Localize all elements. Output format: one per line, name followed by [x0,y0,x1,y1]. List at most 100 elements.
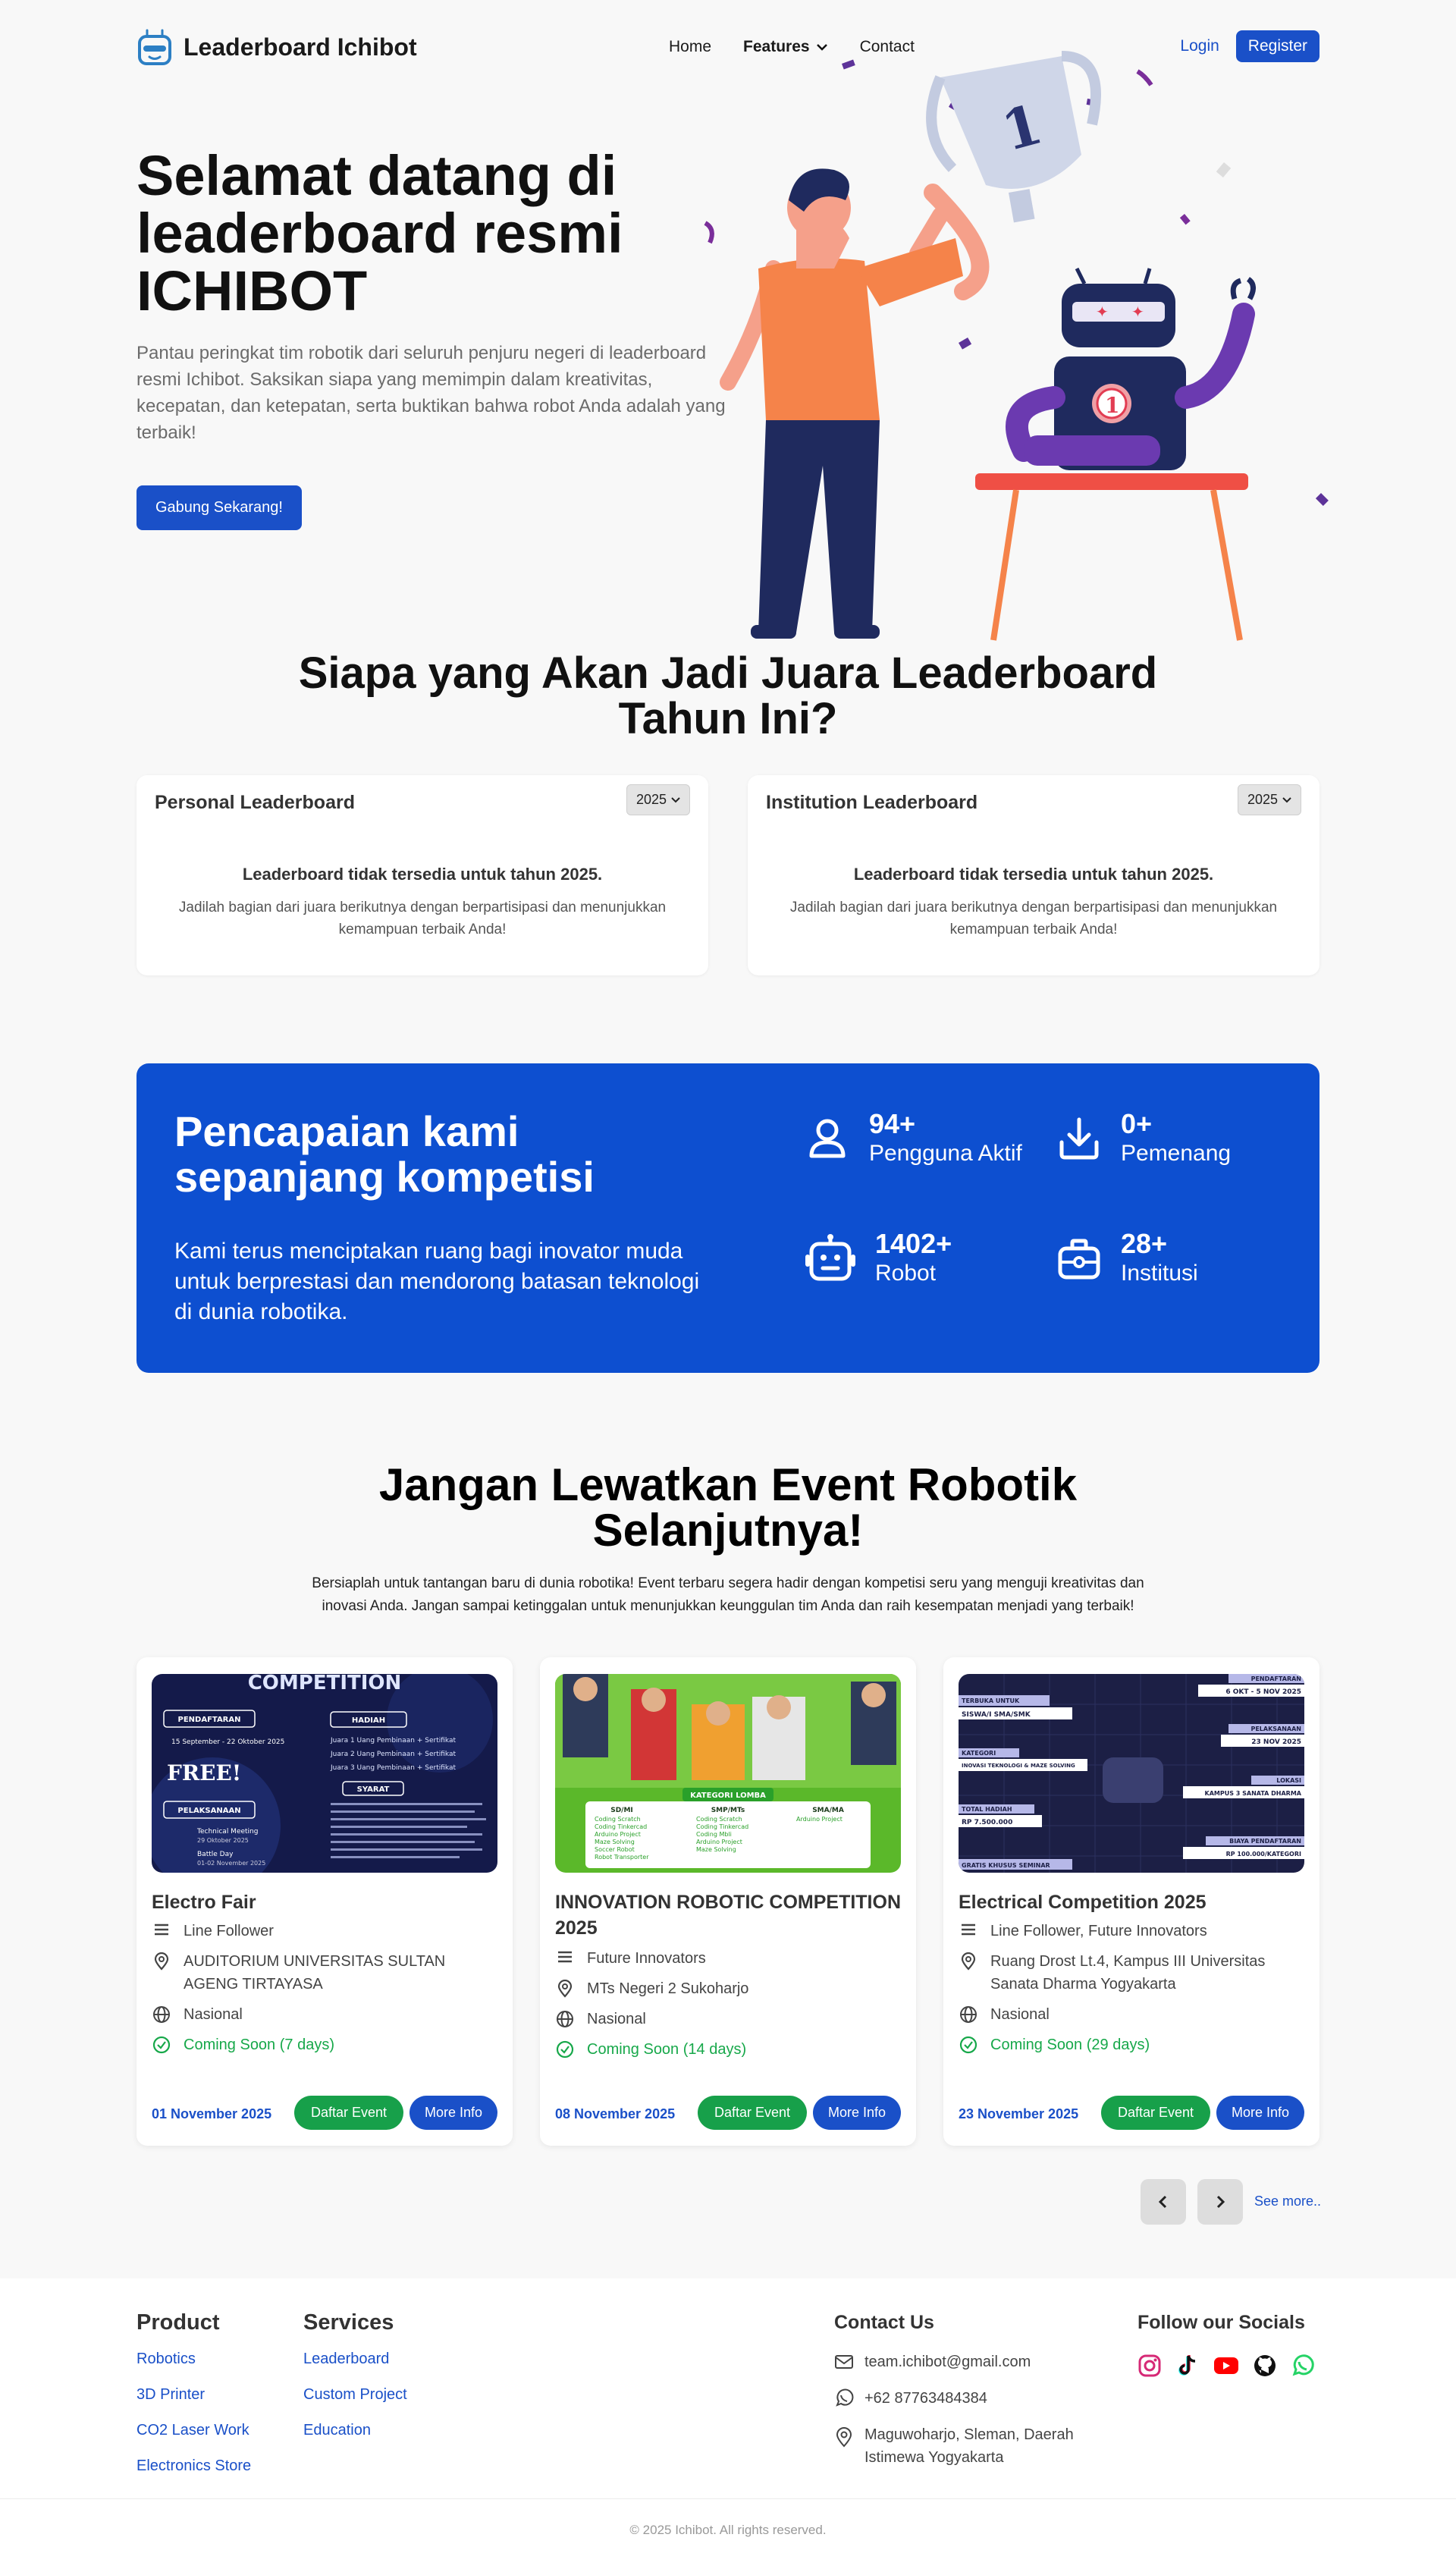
stat-label: Pemenang [1121,1141,1232,1166]
svg-text:INOVASI TEKNOLOGI & MAZE SOLVI: INOVASI TEKNOLOGI & MAZE SOLVING [962,1763,1075,1769]
prev-page-button[interactable] [1141,2179,1186,2225]
svg-text:✦: ✦ [1131,303,1144,321]
svg-text:Coding Tinkercad: Coding Tinkercad [595,1823,647,1830]
event-scope: Nasional [152,2003,497,2026]
event-poster[interactable]: KATEGORI LOMBA SD/MI SMP/MTs SMA/MA Codi… [555,1674,901,1873]
stat-robots: 1402+ Robot [804,1229,952,1288]
svg-text:KATEGORI: KATEGORI [962,1750,996,1757]
stat-value: 0+ [1121,1108,1153,1139]
brand-logo[interactable]: Leaderboard Ichibot [136,27,417,67]
footer-link-3d-printer[interactable]: 3D Printer [136,2386,251,2404]
event-category-text: Line Follower [184,1923,274,1939]
confetti-icon [959,338,972,350]
table-icon [975,473,1248,641]
stat-winners: 0+ Pemenang [1056,1109,1231,1168]
footer-link-robotics[interactable]: Robotics [136,2351,251,2368]
event-poster[interactable]: TERBUKA UNTUK SISWA/I SMA/SMK KATEGORI I… [959,1674,1304,1873]
svg-text:SD/MI: SD/MI [610,1807,633,1814]
footer-email-text: team.ichibot@gmail.com [864,2354,1031,2370]
personal-leaderboard-card: Personal Leaderboard 2025 Leaderboard ti… [136,775,708,975]
more-info-button[interactable]: More Info [1216,2096,1304,2130]
trophy-icon: 1 [926,51,1101,223]
svg-text:Arduino Project: Arduino Project [796,1816,843,1823]
see-more-link[interactable]: See more.. [1254,2194,1321,2209]
event-card: KATEGORI LOMBA SD/MI SMP/MTs SMA/MA Codi… [540,1657,916,2146]
footer-link-custom-project[interactable]: Custom Project [303,2386,407,2404]
register-event-button[interactable]: Daftar Event [1100,2096,1210,2130]
svg-text:Arduino Project: Arduino Project [595,1831,641,1838]
events-section-title: Jangan Lewatkan Event Robotik Selanjutny… [378,1459,1078,1556]
footer-link-co2-laser[interactable]: CO2 Laser Work [136,2422,251,2439]
map-pin-icon [557,1980,573,1998]
footer-link-electronics-store[interactable]: Electronics Store [136,2457,251,2475]
year-select-value: 2025 [635,792,667,807]
copyright-text: © 2025 Ichibot. All rights reserved. [629,2523,827,2537]
whatsapp-icon[interactable] [1291,2354,1315,2378]
event-category-text: Future Innovators [587,1950,706,1967]
tiktok-icon[interactable] [1175,2354,1200,2378]
svg-text:01-02 November 2025: 01-02 November 2025 [197,1860,265,1867]
event-status: Coming Soon (29 days) [959,2033,1304,2056]
footer-phone[interactable]: +62 87763484384 [834,2387,1107,2410]
robot-icon [805,1234,855,1281]
more-info-button[interactable]: More Info [409,2096,497,2130]
year-select[interactable]: 2025 [1237,784,1301,815]
empty-message: Leaderboard tidak tersedia untuk tahun 2… [853,865,1214,884]
svg-text:1: 1 [1105,393,1119,418]
register-event-button[interactable]: Daftar Event [697,2096,807,2130]
event-date: 08 November 2025 [555,2106,676,2121]
more-info-button[interactable]: More Info [812,2096,901,2130]
year-select[interactable]: 2025 [626,784,690,815]
svg-text:PELAKSANAAN: PELAKSANAAN [1250,1726,1301,1732]
svg-text:COMPETITION: COMPETITION [248,1674,402,1694]
event-name: Electrical Competition 2025 [959,1892,1207,1913]
empty-message: Leaderboard tidak tersedia untuk tahun 2… [242,865,603,884]
footer-link-leaderboard[interactable]: Leaderboard [303,2351,407,2368]
svg-text:Technical Meeting: Technical Meeting [196,1828,258,1836]
robot-figure-icon: ✦ ✦ 1 [1006,267,1256,470]
event-date: 23 November 2025 [959,2106,1079,2121]
event-location-text: Ruang Drost Lt.4, Kampus III Universitas… [990,1953,1266,1993]
register-event-button[interactable]: Daftar Event [293,2096,403,2130]
svg-text:Juara 1 Uang Pembinaan + Serti: Juara 1 Uang Pembinaan + Sertifikat [330,1737,456,1745]
svg-text:PENDAFTARAN: PENDAFTARAN [1251,1675,1301,1682]
footer-link-education[interactable]: Education [303,2422,407,2439]
stat-active-users: 94+ Pengguna Aktif [804,1109,1022,1168]
instagram-icon[interactable] [1138,2354,1162,2378]
youtube-icon[interactable] [1213,2356,1239,2376]
event-poster[interactable]: COMPETITION PENDAFTARAN 15 September - 2… [152,1674,497,1873]
svg-text:RP 7.500.000: RP 7.500.000 [962,1819,1012,1826]
next-page-button[interactable] [1197,2179,1243,2225]
footer-email[interactable]: team.ichibot@gmail.com [834,2351,1107,2373]
event-name: INNOVATION ROBOTIC COMPETITION 2025 [555,1892,902,1939]
event-category-text: Line Follower, Future Innovators [990,1923,1207,1939]
stat-label: Robot [875,1261,937,1286]
event-card: COMPETITION PENDAFTARAN 15 September - 2… [136,1657,513,2146]
globe-icon [153,2006,170,2023]
footer-phone-text: +62 87763484384 [864,2390,987,2407]
achievements-banner: Pencapaian kami sepanjang kompetisi Kami… [136,1063,1320,1373]
svg-text:Coding Mbli: Coding Mbli [696,1831,732,1838]
achievements-title: Pencapaian kami sepanjang kompetisi [174,1107,595,1201]
empty-subtext: Jadilah bagian dari juara berikutnya den… [789,900,1278,937]
svg-text:Arduino Project: Arduino Project [696,1839,742,1845]
footer-socials-column: Follow our Socials [1138,2312,1315,2378]
chevron-right-icon [1216,2195,1225,2209]
list-icon [962,1924,975,1936]
svg-text:LOKASI: LOKASI [1276,1777,1301,1784]
footer-product-column: Product Robotics 3D Printer CO2 Laser Wo… [136,2310,251,2493]
svg-text:RP 100.000/KATEGORI: RP 100.000/KATEGORI [1226,1851,1301,1858]
svg-text:29 Oktober 2025: 29 Oktober 2025 [197,1837,249,1844]
github-icon[interactable] [1253,2354,1277,2378]
list-icon [155,1924,168,1936]
footer-product-title: Product [136,2310,220,2335]
event-location-text: AUDITORIUM UNIVERSITAS SULTAN AGENG TIRT… [184,1953,446,1993]
chevron-down-icon [671,796,680,802]
svg-text:23 NOV 2025: 23 NOV 2025 [1251,1738,1301,1746]
event-location: Ruang Drost Lt.4, Kampus III Universitas… [959,1950,1304,1996]
year-select-value: 2025 [1247,792,1278,807]
svg-text:SISWA/I SMA/SMK: SISWA/I SMA/SMK [962,1711,1031,1719]
svg-text:SMP/MTs: SMP/MTs [711,1807,745,1814]
confetti-icon [1179,213,1191,225]
join-now-button[interactable]: Gabung Sekarang! [136,485,302,530]
